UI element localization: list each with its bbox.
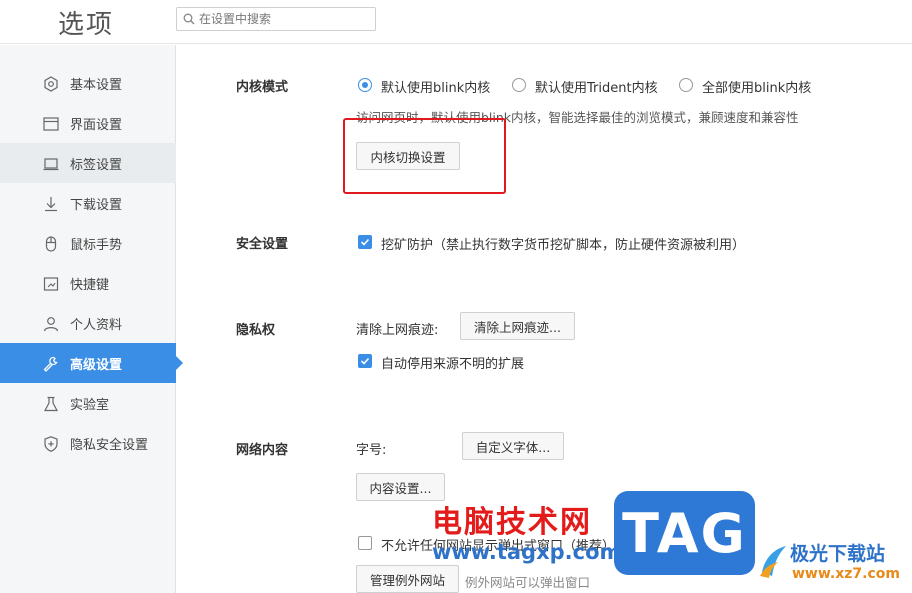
exceptions-note: 例外网站可以弹出窗口 [465,575,591,590]
kernel-option-trident-default-label[interactable]: 默认使用Trident内核 [535,77,658,96]
sidebar-item-basic[interactable]: 基本设置 [0,63,176,103]
sidebar-item-privacy-security[interactable]: 隐私安全设置 [0,423,176,463]
privacy-heading: 隐私权 [236,323,276,338]
search-icon [183,13,195,25]
custom-font-button[interactable]: 自定义字体... [462,432,564,460]
kernel-mode-heading: 内核模式 [236,80,289,95]
sidebar-item-advanced[interactable]: 高级设置 [0,343,183,383]
sidebar-item-interface[interactable]: 界面设置 [0,103,176,143]
sidebar-item-label: 标签设置 [70,158,123,173]
shield-icon [44,436,58,452]
mining-protection-label[interactable]: 挖矿防护（禁止执行数字货币挖矿脚本，防止硬件资源被利用） [381,234,745,253]
clear-history-button[interactable]: 清除上网痕迹... [460,312,575,340]
sidebar-item-shortcuts[interactable]: 快捷键 [0,263,176,303]
search-input[interactable] [199,10,371,28]
sidebar-item-label: 鼠标手势 [70,238,123,253]
watermark-brand-url: www.xz7.com [792,566,900,582]
kernel-option-blink-all-radio[interactable] [679,78,693,92]
checkmark-icon [360,238,370,246]
sidebar-item-label: 实验室 [70,398,110,413]
auto-disable-extensions-label[interactable]: 自动停用来源不明的扩展 [381,353,524,372]
security-heading: 安全设置 [236,237,289,252]
mouse-icon [45,236,57,252]
sidebar-item-label: 基本设置 [70,78,123,93]
manage-exceptions-button[interactable]: 管理例外网站 [356,565,459,593]
sidebar-item-download[interactable]: 下载设置 [0,183,176,223]
settings-search-box[interactable] [176,7,376,31]
web-content-heading: 网络内容 [236,443,289,458]
watermark-site-name: 电脑技术网 [432,505,592,540]
auto-disable-extensions-checkbox[interactable] [358,354,372,368]
sidebar-item-label: 高级设置 [70,358,123,373]
title-bar: 选项 [0,0,912,44]
font-size-label: 字号: [356,443,387,458]
clear-history-label: 清除上网痕迹: [356,323,439,338]
sidebar-item-label: 个人资料 [70,318,123,333]
sidebar-item-lab[interactable]: 实验室 [0,383,176,423]
sidebar-item-label: 下载设置 [70,198,123,213]
page-title: 选项 [58,10,115,40]
mining-protection-checkbox[interactable] [358,235,372,249]
highlight-annotation-box [343,118,506,194]
sidebar-item-label: 隐私安全设置 [70,438,149,453]
hexagon-settings-icon [44,76,58,92]
download-icon [45,197,57,212]
person-icon [43,317,59,332]
sidebar-item-label: 界面设置 [70,118,123,133]
kernel-option-blink-all-label[interactable]: 全部使用blink内核 [702,77,811,96]
wrench-icon [43,356,58,372]
watermark-brand: 极光下载站 www.xz7.com [758,538,908,588]
flask-icon [44,396,58,412]
kernel-option-blink-default-radio[interactable] [358,78,372,92]
watermark-brand-name: 极光下载站 [790,543,886,565]
watermark-url: www.tagxp.com [432,540,622,564]
sidebar-item-label: 快捷键 [70,278,110,293]
aurora-logo-icon [760,546,786,578]
checkmark-icon [360,357,370,365]
sidebar-item-profile[interactable]: 个人资料 [0,303,176,343]
kernel-option-trident-default-radio[interactable] [512,78,526,92]
tab-icon [43,158,59,171]
watermark-tag-logo: TAG [614,491,755,575]
shortcut-icon [43,277,59,291]
block-popups-checkbox[interactable] [358,536,372,550]
kernel-option-blink-default-label[interactable]: 默认使用blink内核 [381,77,490,96]
sidebar-item-mouse-gesture[interactable]: 鼠标手势 [0,223,176,263]
settings-sidebar: 基本设置 界面设置 标签设置 下载设置 鼠标手势 快捷键 个人资料 高级设置 实… [0,45,183,593]
sidebar-item-tabs[interactable]: 标签设置 [0,143,176,183]
window-icon [43,117,59,131]
